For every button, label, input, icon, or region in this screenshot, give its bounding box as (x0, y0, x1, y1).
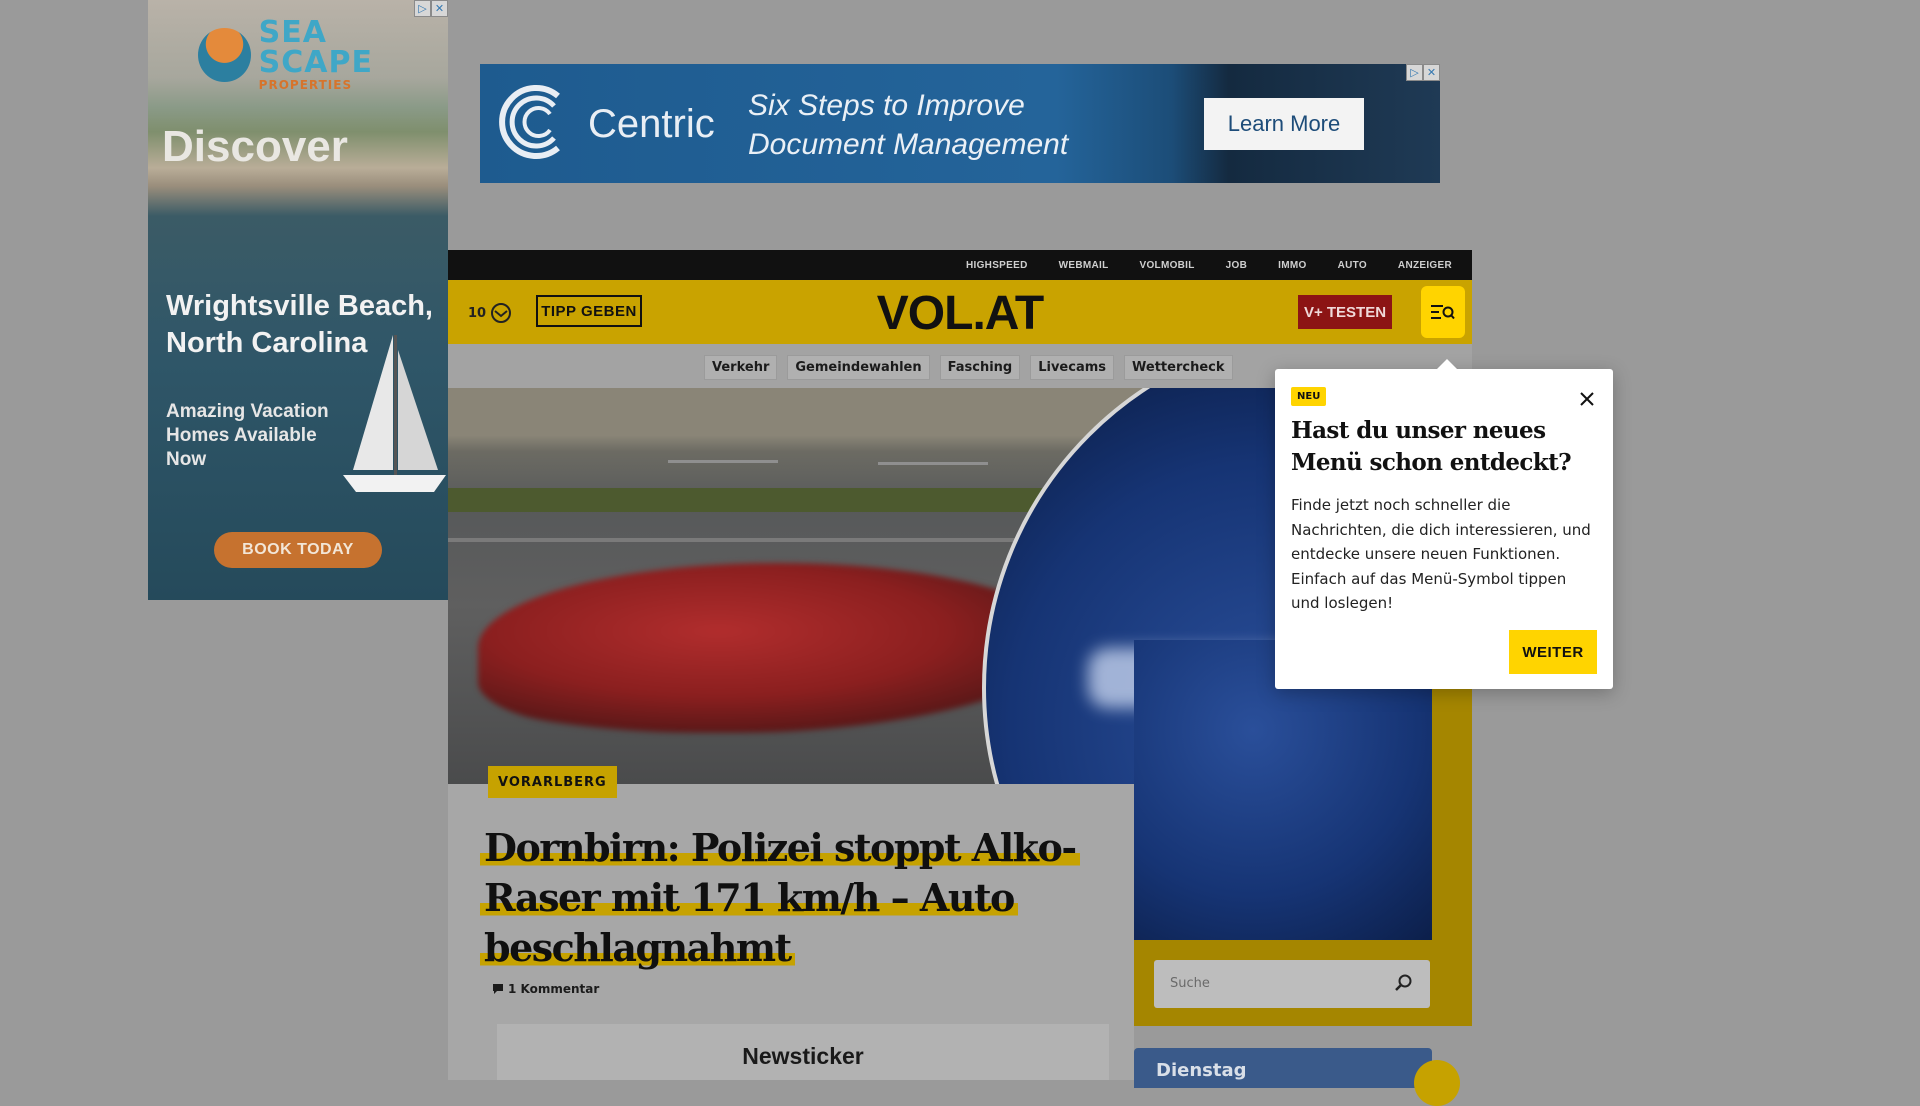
site-header: 10 TIPP GEBEN VOL.AT V+ TESTEN (448, 280, 1472, 344)
topic-pill-livecams[interactable]: Livecams (1030, 355, 1115, 380)
newsticker-title: Newsticker (742, 1043, 864, 1069)
day-card-badge (1414, 1060, 1460, 1106)
topic-pill-wettercheck[interactable]: Wettercheck (1124, 355, 1233, 380)
comment-icon (493, 984, 503, 994)
search-field[interactable]: Suche (1154, 960, 1430, 1008)
ad-banner-headline: Six Steps to Improve Document Management (748, 86, 1068, 164)
ad-close-icon[interactable]: ✕ (431, 0, 448, 17)
book-today-button[interactable]: BOOK TODAY (214, 532, 382, 568)
ad-brand-sub: PROPERTIES (258, 78, 353, 92)
search-placeholder: Suche (1170, 976, 1210, 991)
menu-button[interactable] (1421, 286, 1465, 338)
vplus-testen-button[interactable]: V+ TESTEN (1298, 295, 1392, 329)
popup-title: Hast du unser neues Menü schon entdeckt? (1291, 417, 1572, 476)
learn-more-button[interactable]: Learn More (1204, 98, 1364, 150)
banner-ad[interactable]: Centric Six Steps to Improve Document Ma… (480, 64, 1440, 183)
close-icon (1580, 392, 1594, 406)
skyscraper-ad[interactable]: SEA SCAPE PROPERTIES Discover Wrightsvil… (148, 0, 448, 600)
day-card[interactable]: Dienstag (1134, 1048, 1460, 1106)
comments-count: 1 Kommentar (508, 982, 600, 996)
ad-close-icon[interactable]: ✕ (1423, 64, 1440, 81)
article-headline-text: Dornbirn: Polizei stoppt Alko-Raser mit … (480, 825, 1080, 970)
topic-pill-gemeindewahlen[interactable]: Gemeindewahlen (787, 355, 930, 380)
ad-pitch: Amazing Vacation Homes Available Now (166, 401, 329, 470)
adchoices-icon[interactable]: ▷ (414, 0, 431, 17)
road-marking (668, 460, 778, 463)
new-menu-popup: NEU Hast du unser neues Menü schon entde… (1275, 359, 1613, 689)
topbar-link-anzeiger[interactable]: ANZEIGER (1398, 260, 1452, 271)
ad-banner-headline-2: Document Management (748, 128, 1069, 161)
newsticker-box: Newsticker (497, 1024, 1109, 1080)
search-icon[interactable] (1394, 973, 1414, 993)
ad-brand: SEA SCAPE PROPERTIES (198, 18, 448, 92)
road-marking (878, 462, 988, 465)
ad-brand-name: SEA SCAPE (258, 15, 373, 80)
service-topbar: HIGHSPEED WEBMAIL VOLMOBIL JOB IMMO AUTO… (448, 250, 1472, 280)
category-tag[interactable]: VORARLBERG (488, 766, 617, 798)
popup-text: Finde jetzt noch schneller die Nachricht… (1291, 496, 1591, 612)
topbar-link-volmobil[interactable]: VOLMOBIL (1139, 260, 1194, 271)
adchoices-icon[interactable]: ▷ (1406, 64, 1423, 81)
popup-arrow (1437, 359, 1457, 369)
topbar-link-immo[interactable]: IMMO (1278, 260, 1306, 271)
centric-logo-icon (499, 85, 560, 159)
seascape-logo-icon (198, 28, 251, 82)
day-label: Dienstag (1156, 1060, 1247, 1081)
ad-banner-brand: Centric (588, 102, 715, 146)
ad-choices[interactable]: ▷ ✕ (414, 0, 448, 17)
popup-close-button[interactable] (1575, 387, 1599, 411)
banner-ad-choices[interactable]: ▷ ✕ (1406, 64, 1440, 81)
topic-pill-fasching[interactable]: Fasching (939, 355, 1021, 380)
topbar-link-job[interactable]: JOB (1226, 260, 1247, 271)
comments-link[interactable]: 1 Kommentar (492, 982, 599, 996)
topic-pill-verkehr[interactable]: Verkehr (704, 355, 778, 380)
topbar-link-highspeed[interactable]: HIGHSPEED (966, 260, 1028, 271)
sailboat-icon (343, 335, 446, 492)
menu-search-icon (1431, 305, 1455, 320)
ad-banner-headline-1: Six Steps to Improve (748, 89, 1025, 122)
topbar-link-auto[interactable]: AUTO (1338, 260, 1367, 271)
topbar-link-webmail[interactable]: WEBMAIL (1059, 260, 1109, 271)
article-headline[interactable]: Dornbirn: Polizei stoppt Alko-Raser mit … (480, 823, 1088, 973)
weiter-button[interactable]: WEITER (1509, 630, 1597, 674)
new-badge: NEU (1291, 387, 1327, 406)
ad-discover: Discover (162, 122, 348, 171)
